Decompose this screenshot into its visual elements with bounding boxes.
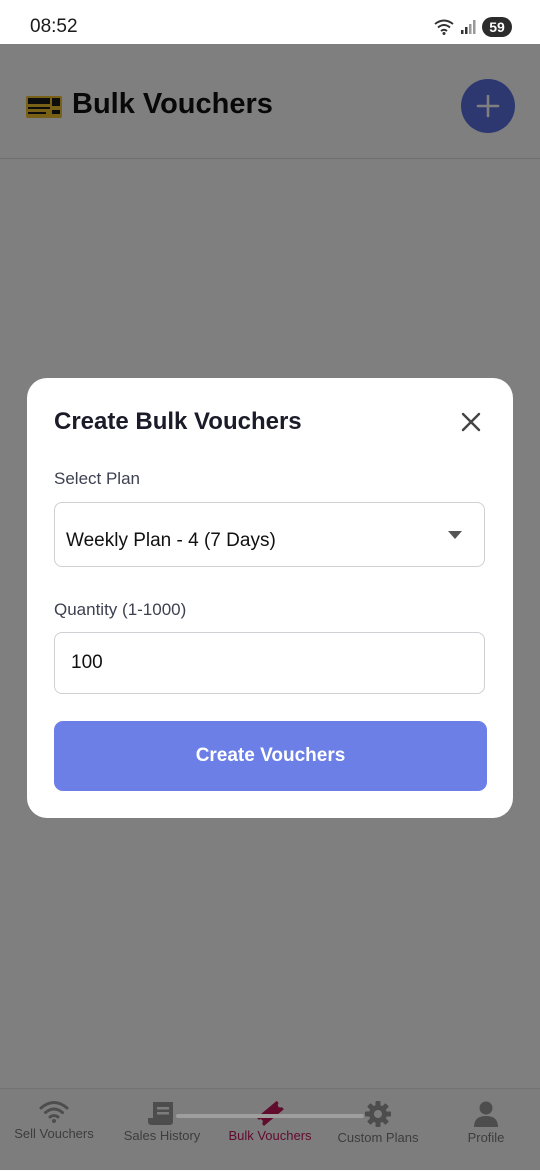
status-time: 08:52 [30, 16, 78, 37]
close-icon [461, 412, 481, 432]
quantity-input[interactable] [54, 632, 485, 694]
wifi-icon [434, 19, 454, 35]
status-bar: 08:52 59 [0, 0, 540, 44]
chevron-down-icon [448, 531, 462, 539]
signal-icon [461, 20, 476, 34]
plan-select[interactable]: Weekly Plan - 4 (7 Days) [54, 502, 485, 567]
create-bulk-vouchers-dialog: Create Bulk Vouchers Select Plan Weekly … [27, 378, 513, 818]
home-indicator[interactable] [176, 1114, 364, 1118]
quantity-label: Quantity (1-1000) [54, 600, 187, 619]
select-plan-label: Select Plan [54, 469, 140, 488]
close-button[interactable] [457, 408, 485, 436]
status-icons: 59 [434, 16, 512, 38]
plan-select-value: Weekly Plan - 4 (7 Days) [66, 530, 276, 551]
create-vouchers-button[interactable]: Create Vouchers [54, 721, 487, 791]
battery-icon: 59 [482, 17, 512, 37]
dialog-title: Create Bulk Vouchers [54, 408, 302, 435]
